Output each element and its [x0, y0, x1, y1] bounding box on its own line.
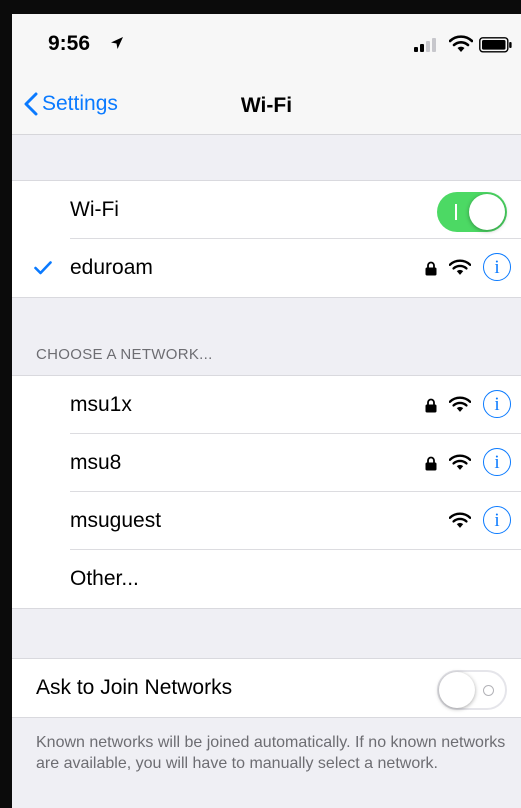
info-icon[interactable]: i	[483, 253, 511, 281]
status-time: 9:56	[48, 32, 91, 55]
ask-to-join-row: Ask to Join Networks	[12, 659, 521, 717]
phone-screen: 9:56 Settings Wi-Fi Wi-Fi eduroam i CHOO…	[12, 14, 521, 808]
wifi-toggle-label: Wi-Fi	[70, 198, 119, 221]
lock-icon	[425, 456, 437, 471]
wifi-signal-icon	[449, 396, 471, 412]
network-row-msuguest[interactable]: msuguest i	[12, 492, 521, 550]
network-name: msuguest	[70, 509, 162, 532]
ask-to-join-description: Known networks will be joined automatica…	[36, 734, 506, 772]
wifi-toggle[interactable]	[437, 192, 507, 232]
connected-network-row[interactable]: eduroam i	[12, 239, 521, 297]
lock-icon	[425, 261, 437, 276]
wifi-signal-icon	[449, 512, 471, 528]
wifi-group: Wi-Fi eduroam i	[12, 180, 521, 298]
battery-icon	[479, 37, 512, 53]
network-name: msu8	[70, 451, 122, 474]
ask-to-join-label: Ask to Join Networks	[36, 676, 233, 699]
toggle-on-mark-icon	[455, 204, 457, 220]
networks-group: msu1x i msu8 i msuguest i Other...	[12, 375, 521, 609]
lock-icon	[425, 398, 437, 413]
ask-to-join-toggle[interactable]	[437, 670, 507, 710]
wifi-signal-icon	[449, 259, 471, 275]
toggle-knob	[469, 194, 505, 230]
network-row-msu8[interactable]: msu8 i	[12, 434, 521, 492]
toggle-off-mark-icon	[483, 685, 494, 696]
choose-network-header: CHOOSE A NETWORK...	[36, 346, 213, 363]
wifi-toggle-row: Wi-Fi	[12, 181, 521, 239]
info-icon[interactable]: i	[483, 448, 511, 476]
cellular-signal-icon	[414, 38, 436, 52]
page-title: Wi-Fi	[240, 94, 293, 117]
network-name: msu1x	[70, 393, 132, 416]
network-row-msu1x[interactable]: msu1x i	[12, 376, 521, 434]
connected-network-name: eduroam	[70, 256, 153, 279]
status-bar: 9:56	[12, 14, 521, 70]
location-arrow-icon	[111, 37, 123, 49]
navigation-bar: Settings Wi-Fi	[12, 70, 521, 135]
ask-to-join-group: Ask to Join Networks	[12, 658, 521, 718]
wifi-signal-icon	[449, 454, 471, 470]
info-icon[interactable]: i	[483, 506, 511, 534]
wifi-status-icon	[449, 35, 473, 52]
checkmark-icon	[34, 261, 52, 275]
toggle-knob	[439, 672, 475, 708]
other-network-label: Other...	[70, 567, 139, 590]
other-network-row[interactable]: Other...	[12, 550, 521, 608]
info-icon[interactable]: i	[483, 390, 511, 418]
